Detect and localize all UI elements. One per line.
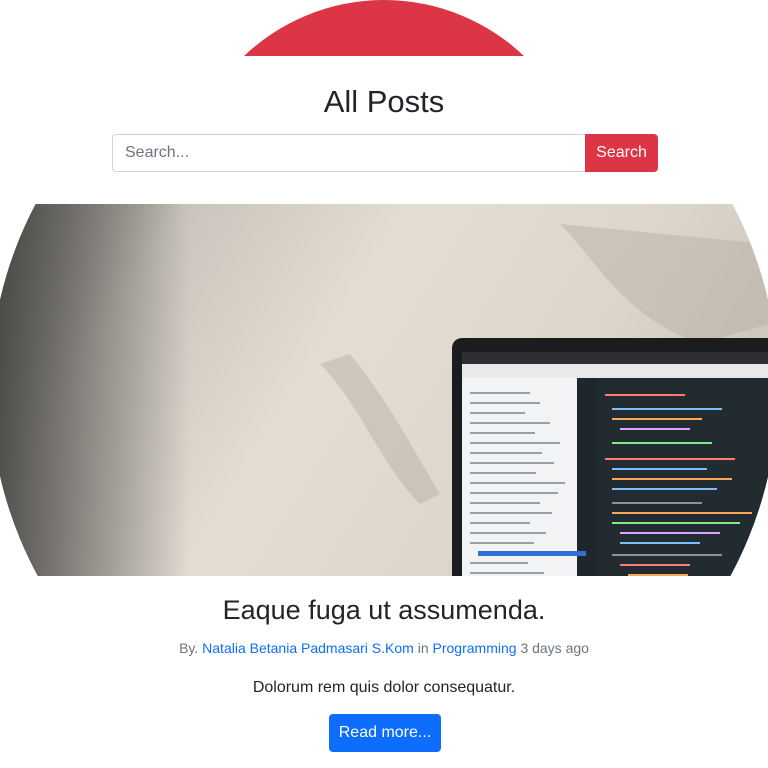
post-category-link[interactable]: Programming bbox=[433, 640, 517, 656]
post-title[interactable]: Eaque fuga ut assumenda. bbox=[0, 590, 768, 630]
post-meta: By. Natalia Betania Padmasari S.Kom in P… bbox=[0, 639, 768, 657]
search-button[interactable]: Search bbox=[585, 134, 658, 172]
page: All Posts Search... Search Eaque fuga ut… bbox=[0, 0, 768, 768]
post-in-label: in bbox=[417, 640, 429, 656]
post-author-link[interactable]: Natalia Betania Padmasari S.Kom bbox=[202, 640, 414, 656]
page-title: All Posts bbox=[323, 84, 445, 119]
laptop bbox=[452, 338, 768, 576]
search-form: Search bbox=[112, 134, 658, 172]
post-by-label: By. bbox=[179, 640, 199, 656]
header-accent-arc bbox=[183, 0, 585, 56]
post-time-ago: 3 days ago bbox=[520, 640, 589, 656]
read-more-button[interactable]: Read more... bbox=[329, 714, 441, 752]
search-input[interactable] bbox=[112, 134, 585, 172]
post-excerpt: Dolorum rem quis dolor consequatur. bbox=[252, 679, 516, 696]
laptop-photo-icon bbox=[0, 204, 768, 576]
post-image-frame bbox=[0, 204, 768, 576]
post-image[interactable] bbox=[0, 204, 768, 576]
